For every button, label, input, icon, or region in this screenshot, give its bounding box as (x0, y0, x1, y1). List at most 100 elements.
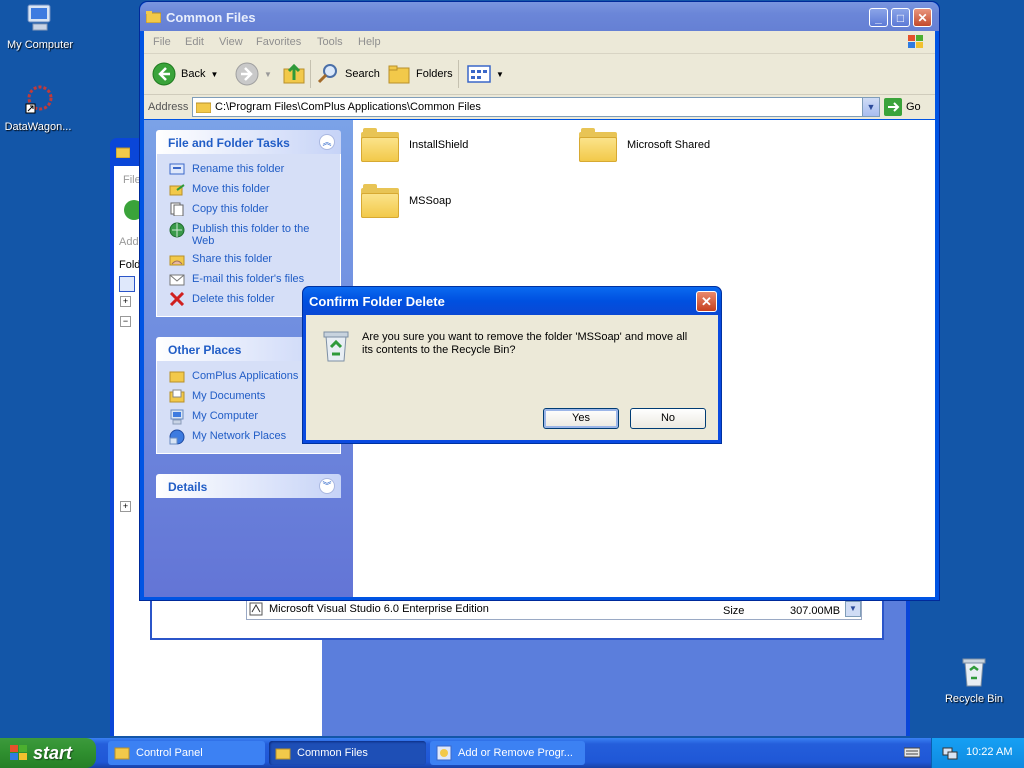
back-button[interactable]: Back ▼ (152, 54, 218, 94)
chevron-down-icon[interactable]: ︾ (319, 478, 335, 494)
place-label: My Documents (192, 390, 266, 402)
title-bar[interactable]: Common Files _ □ ✕ (140, 2, 939, 31)
panel-title: Details (168, 480, 208, 494)
panel-header[interactable]: File and Folder Tasks ︽ (156, 130, 341, 154)
menu-view[interactable]: View (219, 36, 243, 48)
place-label: My Computer (192, 410, 259, 422)
keyboard-icon[interactable] (903, 746, 921, 761)
place-label: ComPlus Applications (192, 370, 299, 382)
address-fragment: Add (119, 236, 139, 248)
forward-arrow-icon (235, 62, 259, 86)
folder-icon (115, 146, 131, 161)
details-panel: Details ︾ (156, 474, 341, 498)
confirm-folder-delete-dialog[interactable]: Confirm Folder Delete ✕ Are you sure you… (302, 286, 722, 444)
program-name: Microsoft Visual Studio 6.0 Enterprise E… (269, 603, 489, 615)
menu-edit[interactable]: Edit (185, 36, 204, 48)
expand-icon[interactable]: + (120, 296, 131, 307)
folder-item-mssoap[interactable]: MSSoap (361, 184, 451, 218)
place-label: My Network Places (192, 430, 287, 442)
panel-title: File and Folder Tasks (168, 136, 290, 150)
taskbar-item-common-files[interactable]: Common Files (269, 741, 426, 765)
panel-title: Other Places (168, 343, 242, 357)
start-button[interactable]: start (0, 738, 96, 768)
go-arrow-icon (884, 98, 902, 116)
folder-icon (195, 101, 212, 116)
dialog-close-button[interactable]: ✕ (696, 291, 717, 312)
minimize-button[interactable]: _ (869, 8, 888, 27)
menu-favorites[interactable]: Favorites (256, 36, 301, 48)
system-tray: 10:22 AM (931, 738, 1024, 768)
task-rename-folder[interactable]: Rename this folder (157, 160, 340, 180)
program-row[interactable]: Microsoft Visual Studio 6.0 Enterprise E… (246, 600, 862, 620)
chevron-down-icon[interactable]: ▼ (210, 70, 218, 79)
chevron-down-icon[interactable]: ▼ (264, 70, 272, 79)
task-label: Move this folder (192, 183, 270, 195)
panel-header[interactable]: Details ︾ (156, 474, 341, 498)
chevron-up-icon[interactable]: ︽ (319, 134, 335, 150)
desktop-icon-label: Recycle Bin (944, 693, 1004, 705)
search-label: Search (345, 68, 380, 80)
desktop-icon-my-computer[interactable]: My Computer (0, 2, 80, 51)
views-button[interactable]: ▼ (467, 54, 504, 94)
address-dropdown[interactable]: ▼ (862, 98, 879, 116)
publish-web-icon (169, 222, 185, 241)
forward-button[interactable]: ▼ (235, 54, 272, 94)
program-icon (249, 602, 263, 619)
datawagon-icon (0, 84, 78, 119)
folder-item-microsoft-shared[interactable]: Microsoft Shared (579, 128, 710, 162)
chevron-down-icon[interactable]: ▼ (845, 601, 861, 617)
go-label: Go (906, 101, 921, 113)
dialog-title-bar[interactable]: Confirm Folder Delete ✕ (303, 287, 721, 315)
taskbar-item-control-panel[interactable]: Control Panel (108, 741, 265, 765)
recycle-bin-icon (934, 656, 1014, 691)
clock[interactable]: 10:22 AM (966, 746, 1012, 758)
task-publish-folder[interactable]: Publish this folder to the Web (157, 220, 340, 250)
chevron-down-icon[interactable]: ▼ (496, 70, 504, 79)
menu-file[interactable]: File (153, 36, 171, 48)
taskbar-item-add-remove-programs[interactable]: Add or Remove Progr... (430, 741, 585, 765)
collapse-icon[interactable]: − (120, 316, 131, 327)
toolbar: Back ▼ ▼ Search Folders ▼ (144, 54, 935, 95)
taskbar: start Control Panel Common Files Add or … (0, 738, 1024, 768)
no-button[interactable]: No (630, 408, 706, 429)
up-button[interactable] (282, 54, 306, 94)
taskbar-item-label: Add or Remove Progr... (458, 747, 573, 759)
back-label: Back (181, 68, 206, 80)
email-icon (169, 272, 185, 289)
task-share-folder[interactable]: Share this folder (157, 250, 340, 270)
maximize-button[interactable]: □ (891, 8, 910, 27)
folder-icon (275, 748, 291, 760)
desktop-icon-label: My Computer (6, 39, 74, 51)
menu-tools[interactable]: Tools (317, 36, 343, 48)
network-tray-icon[interactable] (942, 745, 958, 764)
address-field[interactable]: C:\Program Files\ComPlus Applications\Co… (192, 97, 880, 117)
search-button[interactable]: Search (316, 54, 380, 94)
go-button[interactable]: Go (884, 98, 921, 116)
delete-x-icon (169, 291, 185, 309)
desktop-icon-recycle-bin[interactable]: Recycle Bin (934, 656, 1014, 705)
copy-icon (169, 202, 185, 219)
yes-button[interactable]: Yes (543, 408, 619, 429)
add-remove-programs-icon (436, 745, 452, 761)
folder-item-installshield[interactable]: InstallShield (361, 128, 468, 162)
share-icon (169, 252, 185, 269)
menu-help[interactable]: Help (358, 36, 381, 48)
expand-icon[interactable]: + (120, 501, 131, 512)
search-icon (317, 64, 337, 84)
move-icon (169, 182, 185, 199)
folder-name: Microsoft Shared (627, 139, 711, 151)
folders-fragment: Fold (119, 259, 141, 271)
folder-icon (169, 369, 185, 386)
rename-icon (169, 162, 185, 179)
size-label: Size (723, 605, 745, 617)
desktop-icon-datawagon[interactable]: DataWagon... (0, 84, 78, 133)
task-move-folder[interactable]: Move this folder (157, 180, 340, 200)
task-copy-folder[interactable]: Copy this folder (157, 200, 340, 220)
task-label: Copy this folder (192, 203, 269, 215)
address-path: C:\Program Files\ComPlus Applications\Co… (215, 101, 481, 113)
task-label: Rename this folder (192, 163, 285, 175)
folders-icon (388, 65, 410, 84)
folders-button[interactable]: Folders (387, 54, 453, 94)
close-button[interactable]: ✕ (913, 8, 932, 27)
desktop-icon-label: DataWagon... (4, 121, 72, 133)
